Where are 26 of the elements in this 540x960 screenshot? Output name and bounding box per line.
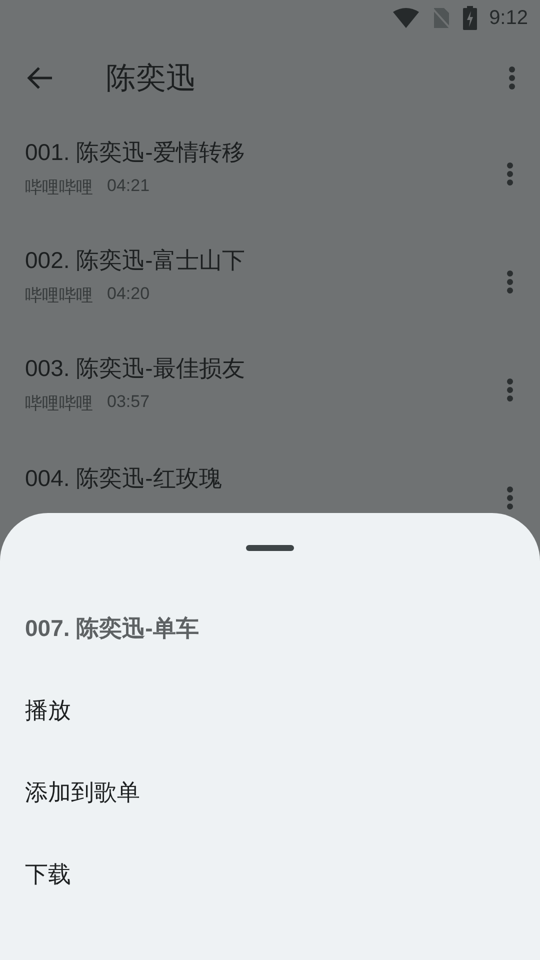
song-duration: 03:57 — [107, 392, 150, 413]
song-title[interactable]: 003. 陈奕迅-最佳损友 — [25, 353, 506, 384]
song-duration: 04:20 — [107, 284, 150, 305]
drag-handle[interactable] — [246, 545, 294, 551]
song-source: 哔哩哔哩 — [25, 177, 93, 199]
wifi-icon — [393, 8, 420, 28]
menu-item[interactable]: 添加到歌单 — [0, 751, 165, 833]
more-icon[interactable] — [506, 270, 514, 294]
song-source: 哔哩哔哩 — [25, 285, 93, 307]
back-arrow-icon[interactable] — [26, 66, 54, 90]
no-sim-icon — [431, 7, 452, 29]
status-time: 9:12 — [489, 6, 528, 30]
song-duration: 04:21 — [107, 176, 150, 197]
more-icon[interactable] — [506, 486, 514, 510]
song-title[interactable]: 002. 陈奕迅-富士山下 — [25, 245, 506, 276]
battery-charging-icon — [463, 6, 478, 30]
song-title[interactable]: 004. 陈奕迅-红玫瑰 — [25, 462, 506, 494]
more-icon[interactable] — [506, 162, 514, 186]
menu-item[interactable]: 播放 — [0, 669, 96, 751]
song-title[interactable]: 001. 陈奕迅-爱情转移 — [25, 137, 506, 168]
more-icon[interactable] — [506, 378, 514, 402]
menu-item[interactable]: 下载 — [0, 833, 96, 915]
more-icon[interactable] — [508, 66, 516, 90]
sheet-title: 007. 陈奕迅-单车 — [24, 614, 200, 643]
song-source: 哔哩哔哩 — [25, 393, 93, 415]
app-bar-title: 陈奕迅 — [106, 60, 197, 96]
